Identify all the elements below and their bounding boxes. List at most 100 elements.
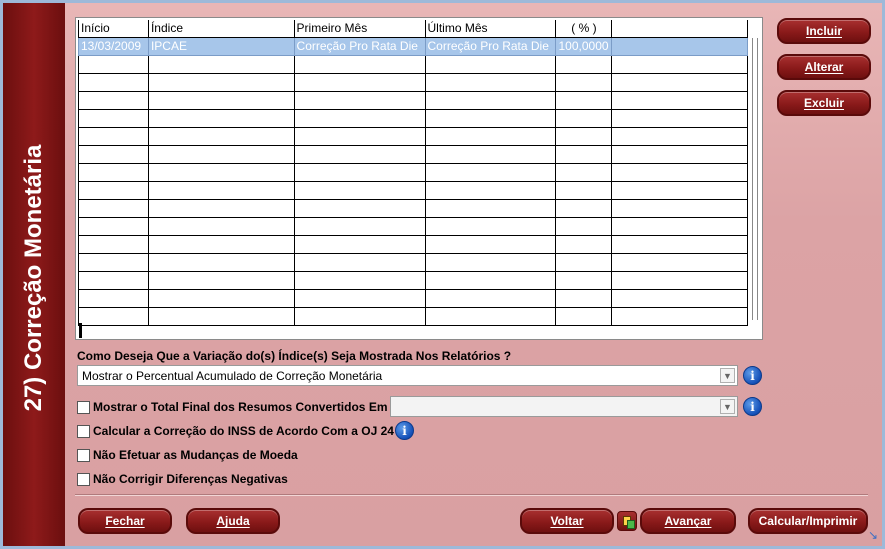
empty-cell: [78, 162, 149, 182]
empty-cell: [293, 198, 426, 218]
column-header-inicio[interactable]: Início: [78, 20, 149, 38]
empty-cell: [611, 252, 748, 272]
fechar-label: Fechar: [105, 514, 145, 528]
display-mode-select[interactable]: Mostrar o Percentual Acumulado de Correç…: [77, 365, 738, 386]
excluir-label: Excluir: [803, 96, 845, 110]
empty-cell: [78, 234, 149, 254]
table-row[interactable]: [78, 216, 748, 236]
cell-indice: IPCAE: [147, 36, 295, 56]
ajuda-button[interactable]: Ajuda: [186, 508, 280, 534]
empty-cell: [293, 144, 426, 164]
empty-cell: [293, 216, 426, 236]
voltar-label: Voltar: [550, 514, 584, 528]
empty-cell: [555, 198, 613, 218]
empty-cell: [293, 54, 426, 74]
table-row[interactable]: [78, 252, 748, 272]
empty-cell: [147, 198, 295, 218]
index-grid[interactable]: Início Índice Primeiro Mês Último Mês ( …: [75, 17, 763, 340]
incluir-button[interactable]: Incluir: [777, 18, 871, 44]
table-row[interactable]: [78, 144, 748, 164]
empty-cell: [424, 144, 557, 164]
empty-cell: [611, 270, 748, 290]
table-row[interactable]: [78, 72, 748, 92]
resize-grip-icon[interactable]: ↘: [868, 528, 878, 542]
empty-cell: [611, 144, 748, 164]
calcular-imprimir-button[interactable]: Calcular/Imprimir: [748, 508, 868, 534]
empty-cell: [424, 252, 557, 272]
table-row[interactable]: [78, 90, 748, 110]
alterar-label: Alterar: [804, 60, 844, 74]
column-header-primeiro-mes[interactable]: Primeiro Mês: [293, 20, 426, 38]
empty-cell: [147, 252, 295, 272]
show-total-label[interactable]: Mostrar o Total Final dos Resumos Conver…: [93, 400, 388, 414]
info-icon[interactable]: i: [743, 366, 762, 385]
empty-cell: [424, 216, 557, 236]
no-currency-row: Não Efetuar as Mudanças de Moeda: [77, 448, 298, 462]
empty-cell: [78, 306, 149, 326]
empty-cell: [78, 216, 149, 236]
cell-empty: [611, 36, 748, 56]
empty-cell: [78, 180, 149, 200]
empty-cell: [424, 90, 557, 110]
currency-select[interactable]: ▼: [390, 396, 738, 417]
empty-cell: [611, 288, 748, 308]
empty-cell: [293, 90, 426, 110]
empty-cell: [293, 270, 426, 290]
empty-cell: [293, 180, 426, 200]
empty-cell: [78, 144, 149, 164]
column-header-empty: [611, 20, 748, 38]
no-negative-label[interactable]: Não Corrigir Diferenças Negativas: [93, 472, 288, 486]
show-total-checkbox[interactable]: [77, 400, 90, 414]
empty-cell: [611, 90, 748, 110]
empty-cell: [147, 306, 295, 326]
inss-checkbox[interactable]: [77, 424, 90, 438]
empty-cell: [424, 126, 557, 146]
table-row[interactable]: [78, 306, 748, 326]
fechar-button[interactable]: Fechar: [78, 508, 172, 534]
empty-cell: [293, 126, 426, 146]
info-icon[interactable]: i: [395, 421, 414, 440]
chevron-down-icon[interactable]: ▼: [720, 368, 735, 383]
clipboard-icon[interactable]: [617, 511, 637, 531]
empty-cell: [293, 72, 426, 92]
empty-cell: [611, 198, 748, 218]
table-row[interactable]: [78, 162, 748, 182]
no-currency-label[interactable]: Não Efetuar as Mudanças de Moeda: [93, 448, 298, 462]
table-row[interactable]: [78, 180, 748, 200]
no-currency-checkbox[interactable]: [77, 448, 90, 462]
empty-cell: [147, 270, 295, 290]
table-row[interactable]: [78, 108, 748, 128]
excluir-button[interactable]: Excluir: [777, 90, 871, 116]
empty-cell: [147, 54, 295, 74]
column-header-ultimo-mes[interactable]: Último Mês: [424, 20, 557, 38]
empty-cell: [555, 54, 613, 74]
inss-label[interactable]: Calcular a Correção do INSS de Acordo Co…: [93, 424, 394, 438]
table-row[interactable]: [78, 126, 748, 146]
empty-cell: [555, 270, 613, 290]
vertical-scrollbar[interactable]: [752, 38, 758, 320]
table-row[interactable]: [78, 288, 748, 308]
alterar-button[interactable]: Alterar: [777, 54, 871, 80]
empty-cell: [555, 144, 613, 164]
empty-cell: [555, 306, 613, 326]
cell-percent: 100,0000: [555, 36, 613, 56]
avancar-button[interactable]: Avançar: [640, 508, 736, 534]
chevron-down-icon[interactable]: ▼: [720, 399, 735, 414]
voltar-button[interactable]: Voltar: [520, 508, 614, 534]
table-row[interactable]: [78, 270, 748, 290]
empty-cell: [424, 234, 557, 254]
avancar-label: Avançar: [664, 514, 712, 528]
info-icon[interactable]: i: [743, 397, 762, 416]
empty-cell: [78, 126, 149, 146]
table-row[interactable]: [78, 54, 748, 74]
sidebar: 27) Correção Monetária: [3, 3, 65, 546]
empty-cell: [78, 54, 149, 74]
table-row[interactable]: [78, 234, 748, 254]
no-negative-checkbox[interactable]: [77, 472, 90, 486]
table-row[interactable]: [78, 198, 748, 218]
empty-cell: [293, 306, 426, 326]
column-header-indice[interactable]: Índice: [147, 20, 295, 38]
column-header-percent[interactable]: ( % ): [555, 20, 613, 38]
table-row[interactable]: 13/03/2009 IPCAE Correção Pro Rata Die C…: [78, 36, 748, 56]
empty-cell: [555, 90, 613, 110]
